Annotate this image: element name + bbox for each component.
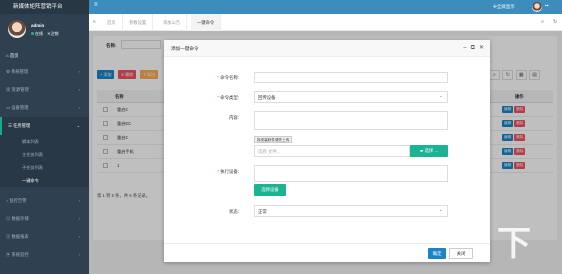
online-dot-icon [31,32,34,36]
desktop-icon: ▭ [6,105,11,110]
double-right-icon[interactable]: » [541,19,544,25]
file-path-input[interactable]: 选择 文件... [254,145,410,157]
browse-file-label: 选择 ... [424,148,439,153]
command-type-label-text: 命令类型: [220,95,239,100]
sidebar-item-label: 首页 [9,53,19,58]
browse-file-button[interactable]: ▰ 选择 ... [410,145,448,157]
chevron-left-icon: ‹ [78,69,80,74]
submenu-item-one-key-command[interactable]: 一键命令 [0,174,89,187]
task-submenu: 脚本列表 主任务列表 子任务列表 一键命令 [0,135,89,187]
sidebar-item-home[interactable]: ⌂ 首页 [0,48,89,63]
sidebar-item-system[interactable]: ⚙ 系统管理 ‹ [0,63,89,81]
command-name-label: * 命令名称: [184,75,239,81]
chevron-left-icon: ‹ [78,87,80,92]
sidebar: 新媒体矩阵营销平台 admin 在线 ✕注销 ⌂ 首页 ⚙ 系统管理 ‹ ▦ 资源… [0,0,89,274]
user-profile: admin 在线 ✕注销 [0,14,89,48]
device-label-text: 执行设备: [220,169,239,174]
fullscreen-button[interactable]: ✣全屏显示 [493,4,515,10]
maximize-icon[interactable]: ⧉ [471,45,475,51]
tab-params[interactable]: 参数设置 [123,14,154,31]
home-icon: ⌂ [6,53,9,58]
sidebar-item-label: 监控告警 [9,198,27,203]
avatar[interactable] [532,2,542,12]
chevron-left-icon: ‹ [78,252,80,257]
tab-home[interactable]: 首页 [101,14,123,31]
online-status: 在线 [35,31,43,36]
logout-link[interactable]: 注销 [50,31,58,36]
upload-hint-tag: 拟安装软件请先上传 [254,136,293,143]
sidebar-item-label: 设备管理 [11,105,29,110]
dialog-title: 添加一键命令 [171,46,199,51]
dialog-footer: 确定 关闭 [164,243,490,262]
sidebar-item-label: 系统管理 [11,69,29,74]
user-name: admin [31,23,45,28]
sidebar-item-label: 系统监控 [11,252,29,257]
chevron-left-icon: ‹ [78,198,80,203]
choose-device-button[interactable]: 选择设备 [254,184,286,196]
fullscreen-label: 全屏显示 [496,4,515,9]
sidebar-item-label: 数据存储 [11,216,29,221]
close-icon[interactable]: ✕ [479,45,484,51]
refresh-icon[interactable]: ↻ [553,19,557,25]
submenu-item-scripts[interactable]: 脚本列表 [0,135,89,148]
dialog-controls: – ⧉ ✕ [459,44,484,52]
submenu-item-sub-tasks[interactable]: 子任务列表 [0,161,89,174]
confirm-button[interactable]: 确定 [428,248,446,259]
app-title: 新媒体矩阵营销平台 [0,0,89,14]
tab-add-notice[interactable]: 添加公告 [157,14,188,31]
monitor-icon: ▣ [6,252,11,257]
cubes-icon: ▦ [6,87,11,92]
command-type-select[interactable]: 回传设备 [254,91,448,103]
double-left-icon[interactable]: « [93,19,96,25]
database-icon: ▤ [6,216,11,221]
close-button[interactable]: 关闭 [449,248,473,259]
chart-icon: ▥ [6,234,11,239]
add-command-dialog: 添加一键命令 –⧉ ✕ * 命令名称: * 命令类型: 回传设备 内容: 拟安装软… [164,40,490,262]
status-label: 状态: [228,209,239,214]
command-name-label-text: 命令名称: [220,75,239,80]
chevron-left-icon: ‹ [78,105,80,110]
tab-one-key-command[interactable]: 一键命令 [191,14,222,31]
device-label: * 执行设备: [184,169,239,175]
list-icon: ☰ [8,123,12,128]
menu-toggle-icon[interactable]: ≡ [94,2,98,8]
sidebar-item-resources[interactable]: ▦ 资源管理 ‹ [0,81,89,99]
gear-icon: ⚙ [6,69,10,74]
chevron-left-icon: ‹ [78,216,80,221]
sidebar-item-label: 任务管理 [13,123,31,128]
content-textarea[interactable] [254,111,448,130]
user-status: 在线 ✕注销 [31,31,58,37]
page-tabs: « 首页 参数设置 添加公告 一键命令 » ↻ [89,14,562,31]
dialog-header: 添加一键命令 – ⧉ ✕ [164,40,490,57]
top-bar: ≡ ✣全屏显示 ▪▪ [89,0,562,14]
sidebar-item-monitoring[interactable]: ♪ 监控告警 ‹ [0,192,89,210]
sidebar-item-label: 资源管理 [11,87,29,92]
content-label: 内容: [228,115,239,120]
device-textarea[interactable] [254,165,448,182]
more-icon[interactable]: ▪▪ [545,3,549,9]
sidebar-item-storage[interactable]: ▤ 数据存储 ‹ [0,210,89,228]
sidebar-item-reports[interactable]: ▥ 数据报表 ‹ [0,228,89,246]
sidebar-item-tasks[interactable]: ☰ 任务管理 ⌄ [0,117,89,135]
sidebar-item-label: 数据报表 [11,234,29,239]
chevron-left-icon: ‹ [78,234,80,239]
chevron-down-icon: ⌄ [76,123,80,128]
minimize-icon[interactable]: – [463,45,466,51]
sidebar-item-system-monitor[interactable]: ▣ 系统监控 ‹ [0,246,89,264]
sidebar-item-devices[interactable]: ▭ 设备管理 ‹ [0,99,89,117]
avatar[interactable] [8,20,26,38]
command-name-input[interactable] [254,72,448,83]
status-select[interactable]: 正常 [254,205,448,217]
bell-icon: ♪ [6,198,9,203]
watermark-logo: 下 [497,224,531,264]
submenu-item-main-tasks[interactable]: 主任务列表 [0,148,89,161]
command-type-label: * 命令类型: [184,95,239,101]
